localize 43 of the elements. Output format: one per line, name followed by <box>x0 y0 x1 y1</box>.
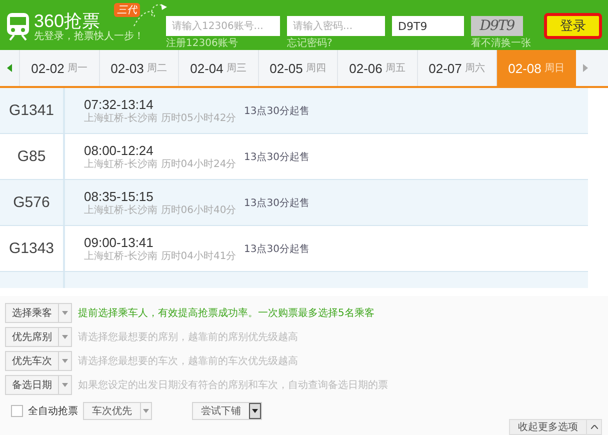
train-route: 上海虹桥-长沙南 历时06小时40分 <box>84 204 236 216</box>
option-dropdown[interactable]: 选择乘客 <box>5 303 72 323</box>
auto-checkbox[interactable] <box>11 405 23 417</box>
train-time: 08:00-12:24 <box>84 142 154 158</box>
caret-icon <box>62 359 68 363</box>
train-route: 上海虹桥-长沙南 历时05小时42分 <box>84 112 236 124</box>
account-field[interactable]: 请输入12306账号... <box>166 16 280 36</box>
option-dropdown[interactable]: 备选日期 <box>5 375 72 395</box>
version-badge: 三代 <box>114 3 140 17</box>
left-arrow-icon[interactable] <box>7 64 12 72</box>
login-button[interactable]: 登录 <box>544 13 602 39</box>
right-arrow-icon[interactable] <box>582 64 588 72</box>
option-hint: 如果您设定的出发日期没有符合的席别和车次，自动查询备选日期的票 <box>78 378 388 392</box>
caret-icon <box>62 383 68 387</box>
train-route: 上海虹桥-长沙南 历时04小时41分 <box>84 250 236 262</box>
option-dropdown[interactable]: 优先车次 <box>5 351 72 371</box>
logo-text: 360抢票 <box>34 11 100 31</box>
slogan: 先登录，抢票快人一步！ <box>34 31 144 43</box>
captcha-image: D9T9 <box>471 16 523 36</box>
caret-icon <box>62 311 68 315</box>
option-hint: 请选择您最想要的席别，越靠前的席别优先级越高 <box>78 330 298 344</box>
sale-time: 13点30分起售 <box>244 150 310 164</box>
train-time: 07:32-13:14 <box>84 96 154 112</box>
option-hint: 提前选择乘车人，有效提高抢票成功率。一次购票最多选择5名乘客 <box>78 306 374 320</box>
option-hint: 请选择您最想要的车次，越靠前的车次优先级越高 <box>78 354 298 368</box>
berth-dropdown[interactable]: 尝试下铺 <box>192 402 262 420</box>
up-caret-icon <box>590 425 598 429</box>
caret-icon <box>143 409 149 413</box>
caret-icon <box>62 335 68 339</box>
train-time: 08:35-15:15 <box>84 188 154 204</box>
train-route: 上海虹桥-长沙南 历时04小时24分 <box>84 158 236 170</box>
train-time: 09:00-13:41 <box>84 234 154 250</box>
option-dropdown[interactable]: 优先席别 <box>5 327 72 347</box>
auto-label: 全自动抢票 <box>28 405 78 418</box>
collapse-button[interactable]: 收起更多选项 <box>509 419 602 435</box>
train-icon <box>6 13 30 41</box>
priority-dropdown[interactable]: 车次优先 <box>83 402 152 420</box>
sale-time: 13点30分起售 <box>244 196 310 210</box>
sale-time: 13点30分起售 <box>244 104 310 118</box>
captcha-field[interactable]: D9T9 <box>392 16 464 36</box>
sale-time: 13点30分起售 <box>244 242 310 256</box>
password-field[interactable]: 请输入密码... <box>287 16 385 36</box>
caret-icon <box>252 409 258 413</box>
